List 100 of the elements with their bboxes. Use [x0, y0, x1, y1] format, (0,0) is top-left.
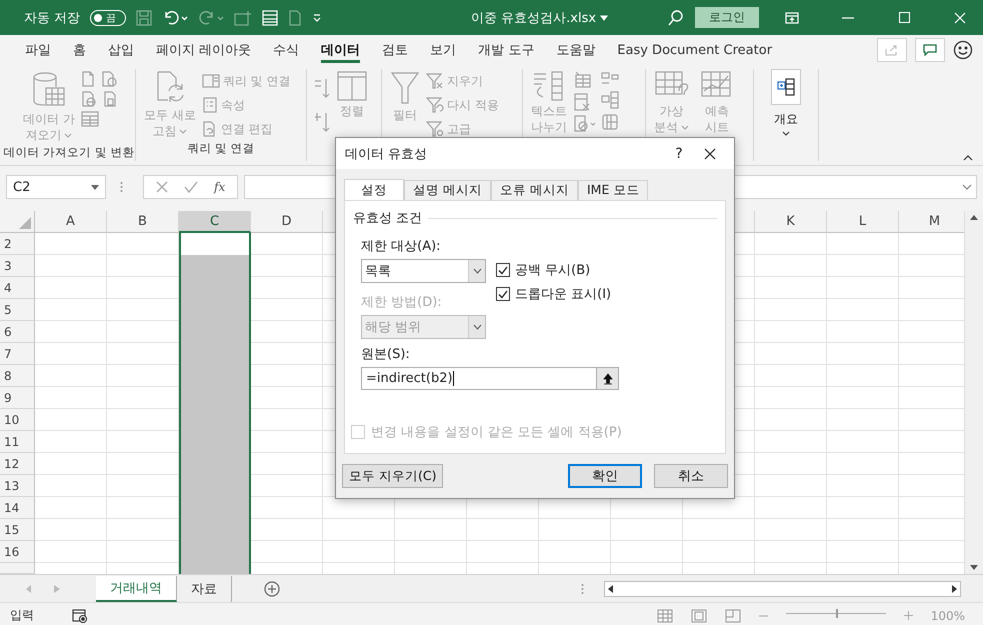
collapse-dialog-icon[interactable]	[602, 372, 612, 384]
checkbox-option[interactable]: 드롭다운 표시(I)	[496, 285, 612, 303]
ribbon-tab[interactable]: 검토	[371, 35, 420, 65]
row-header[interactable]: 2	[0, 233, 35, 255]
zoom-in-icon[interactable]	[904, 611, 913, 620]
name-box[interactable]: C2	[6, 175, 106, 199]
ribbon-tab[interactable]: 도움말	[545, 35, 606, 65]
help-button[interactable]: ?	[664, 146, 694, 162]
row-header[interactable]: 11	[0, 431, 35, 453]
document-icon[interactable]	[288, 10, 302, 26]
row-header[interactable]: 10	[0, 409, 35, 431]
checkbox-option[interactable]: 공백 무시(B)	[496, 261, 612, 279]
row-header[interactable]: 7	[0, 343, 35, 365]
macro-record-icon[interactable]	[72, 608, 88, 622]
ribbon-tab[interactable]: 페이지 레이아웃	[145, 35, 262, 65]
validation-icon[interactable]	[573, 115, 597, 133]
page-layout-icon[interactable]	[690, 608, 707, 622]
column-header[interactable]: A	[35, 211, 107, 233]
previous-sheet-icon[interactable]	[26, 584, 32, 592]
redo-icon[interactable]	[198, 10, 224, 26]
add-sheet-icon[interactable]	[264, 580, 280, 596]
text-file-icon[interactable]	[80, 71, 95, 87]
form-icon[interactable]	[262, 10, 278, 26]
sheet-tab[interactable]: 거래내역	[96, 576, 177, 602]
column-header[interactable]: M	[899, 211, 964, 233]
ribbon-tab[interactable]: Easy Document Creator	[606, 35, 784, 65]
checkbox[interactable]	[496, 263, 510, 277]
dialog-button[interactable]: 취소	[654, 464, 728, 488]
search-icon[interactable]	[667, 8, 685, 26]
page-break-icon[interactable]	[724, 608, 741, 622]
insert-icon[interactable]	[234, 10, 252, 26]
relationships-icon[interactable]	[601, 91, 619, 109]
column-header[interactable]: C	[179, 211, 251, 233]
horizontal-scrollbar[interactable]	[604, 580, 961, 596]
sort-descending-icon[interactable]	[313, 111, 331, 133]
ribbon-display-icon[interactable]	[785, 12, 799, 24]
row-header[interactable]: 6	[0, 321, 35, 343]
row-header[interactable]	[0, 563, 35, 574]
dialog-tab[interactable]: 설정	[344, 179, 404, 201]
row-header[interactable]: 16	[0, 541, 35, 563]
remove-duplicates-icon[interactable]	[573, 93, 591, 111]
allow-dropdown[interactable]: 목록	[361, 259, 486, 283]
dialog-tab[interactable]: 설명 메시지	[404, 180, 491, 200]
checkbox[interactable]	[496, 287, 510, 301]
data-model-icon[interactable]	[601, 113, 619, 131]
column-header[interactable]: L	[827, 211, 899, 233]
row-header[interactable]: 5	[0, 299, 35, 321]
autosave-toggle[interactable]: 끔	[90, 10, 126, 26]
row-header[interactable]: 9	[0, 387, 35, 409]
row-header[interactable]: 13	[0, 475, 35, 497]
save-icon[interactable]	[136, 10, 152, 26]
ribbon-tab[interactable]: 수식	[262, 35, 310, 65]
row-header[interactable]: 14	[0, 497, 35, 519]
document-title[interactable]: 이중 유효성검사.xlsx	[381, 8, 608, 26]
ribbon-tab[interactable]: 파일	[14, 35, 62, 65]
ribbon-tab[interactable]: 홈	[62, 35, 97, 65]
dialog-tab[interactable]: IME 모드	[578, 180, 648, 200]
row-header[interactable]: 3	[0, 255, 35, 277]
refresh-icon[interactable]	[154, 71, 185, 105]
web-file-icon[interactable]	[80, 91, 97, 107]
row-header[interactable]: 8	[0, 365, 35, 387]
active-cell[interactable]	[181, 233, 249, 255]
row-header[interactable]: 12	[0, 453, 35, 475]
source-field[interactable]: =indirect(b2)	[361, 367, 619, 390]
select-all-button[interactable]	[0, 211, 35, 233]
caret-icon[interactable]	[782, 131, 790, 136]
close-icon[interactable]	[704, 148, 716, 160]
outline-button[interactable]	[771, 69, 801, 105]
collapse-ribbon-icon[interactable]	[963, 155, 973, 161]
next-sheet-icon[interactable]	[54, 584, 60, 592]
column-header[interactable]: K	[755, 211, 827, 233]
customize-icon[interactable]	[312, 12, 322, 22]
flash-fill-icon[interactable]	[573, 71, 591, 89]
ribbon-tab[interactable]: 개발 도구	[467, 35, 546, 65]
ribbon-tab[interactable]: 보기	[419, 35, 468, 65]
share-button[interactable]	[877, 38, 907, 62]
row-header[interactable]: 15	[0, 519, 35, 541]
sheet-tab[interactable]: 자료	[177, 576, 232, 602]
table-icon[interactable]	[80, 111, 99, 127]
enter-icon[interactable]	[184, 181, 198, 193]
row-header[interactable]: 4	[0, 277, 35, 299]
minimize-icon[interactable]	[842, 16, 854, 18]
ribbon-tab[interactable]: 삽입	[97, 35, 145, 65]
login-button[interactable]: 로그인	[695, 7, 759, 28]
selected-range[interactable]	[179, 233, 251, 574]
slider-thumb[interactable]	[836, 609, 838, 618]
normal-view-icon[interactable]	[656, 608, 673, 622]
sort-ascending-icon[interactable]	[313, 77, 331, 99]
column-header[interactable]: B	[107, 211, 179, 233]
smiley-icon[interactable]	[953, 40, 973, 60]
database-file-icon[interactable]	[102, 91, 117, 107]
insert-function-button[interactable]: fx	[214, 180, 226, 194]
dialog-button[interactable]: 확인	[568, 464, 642, 488]
comments-button[interactable]	[915, 38, 945, 62]
dialog-tab[interactable]: 오류 메시지	[490, 180, 578, 200]
maximize-icon[interactable]	[898, 12, 910, 23]
recent-file-icon[interactable]	[100, 71, 117, 87]
dialog-button[interactable]: 모두 지우기(C)	[342, 464, 444, 488]
cancel-icon[interactable]	[156, 181, 168, 193]
column-header[interactable]: D	[251, 211, 323, 233]
